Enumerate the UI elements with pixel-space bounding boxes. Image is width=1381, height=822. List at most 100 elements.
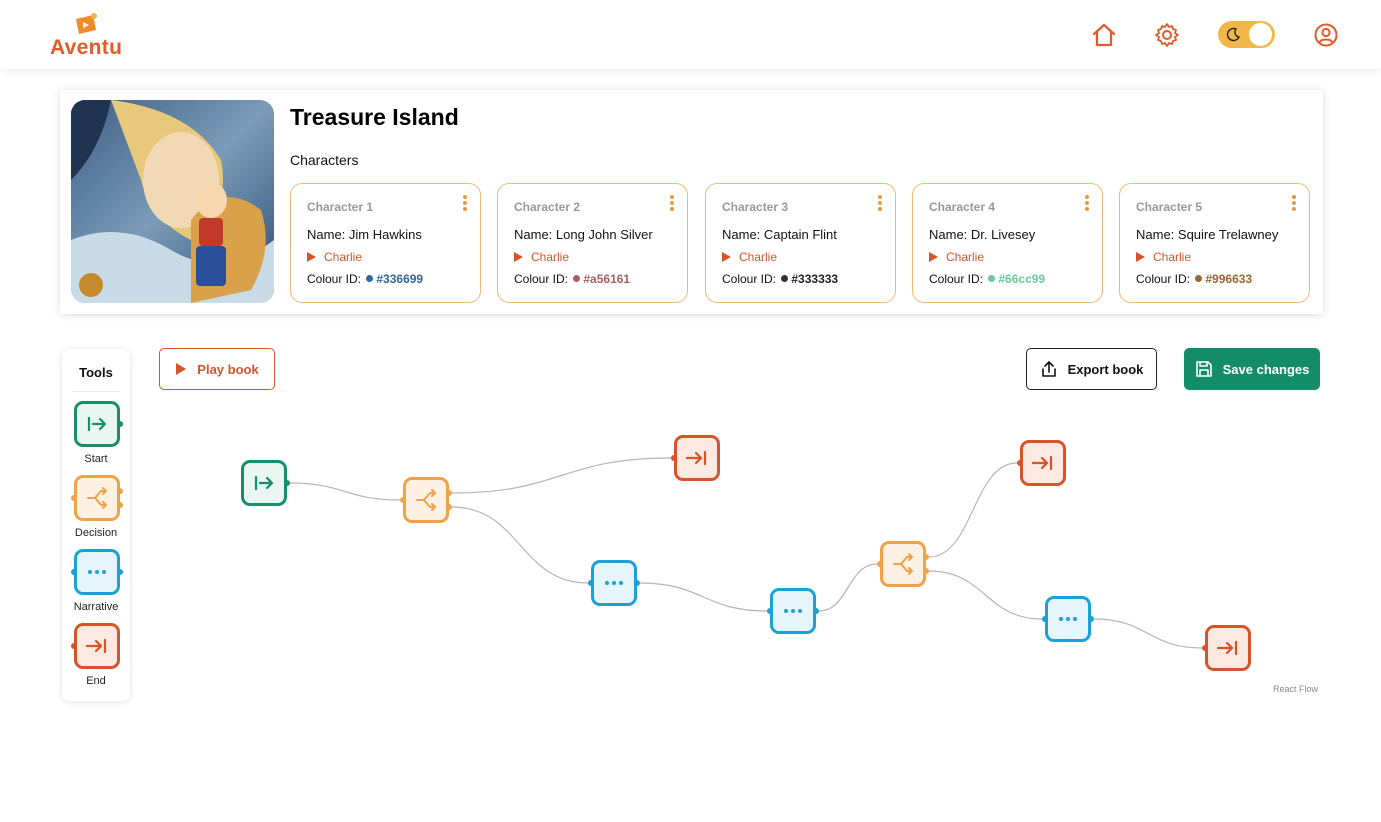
target-handle[interactable] xyxy=(877,561,883,567)
tools-divider xyxy=(72,391,120,392)
decision-node-icon xyxy=(416,489,436,511)
voice-name: Charlie xyxy=(946,250,985,264)
character-name: Name: Jim Hawkins xyxy=(307,227,422,242)
colour-swatch xyxy=(366,275,374,282)
flow-edge[interactable] xyxy=(289,482,401,501)
save-changes-button[interactable]: Save changes xyxy=(1184,348,1320,390)
character-voice-play[interactable]: Charlie xyxy=(929,250,984,264)
colour-id-label: Colour ID: xyxy=(929,272,984,286)
source-handle[interactable] xyxy=(634,580,640,586)
target-handle[interactable] xyxy=(1042,616,1048,622)
character-card[interactable]: Character 2 Name: Long John Silver Charlie… xyxy=(497,183,688,303)
target-handle[interactable] xyxy=(588,580,594,586)
character-card[interactable]: Character 3 Name: Captain Flint Charlie Col… xyxy=(705,183,896,303)
colour-id-label: Colour ID: xyxy=(307,272,362,286)
character-card[interactable]: Character 5 Name: Squire Trelawney Charlie… xyxy=(1119,183,1310,303)
start-node-icon xyxy=(254,475,274,491)
character-card[interactable]: Character 4 Name: Dr. Livesey Charlie Colou… xyxy=(912,183,1103,303)
play-icon xyxy=(514,252,523,262)
source-handle[interactable] xyxy=(446,490,452,496)
end-node[interactable] xyxy=(671,435,720,481)
play-icon xyxy=(307,252,316,262)
tool-decision-label: Decision xyxy=(74,527,118,539)
flow-edge[interactable] xyxy=(928,570,1043,620)
play-icon xyxy=(1136,252,1145,262)
character-card[interactable]: Character 1 Name: Jim Hawkins Charlie Colou… xyxy=(290,183,481,303)
floppy-disk-icon xyxy=(1195,360,1213,378)
narrative-node[interactable] xyxy=(767,588,819,634)
character-colour: Colour ID: #336699 xyxy=(307,272,423,286)
toggle-knob xyxy=(1249,23,1272,46)
end-node-icon xyxy=(1031,455,1053,471)
share-icon xyxy=(1040,360,1058,378)
tools-title: Tools xyxy=(79,365,113,380)
voice-name: Charlie xyxy=(531,250,570,264)
source-handle[interactable] xyxy=(1088,616,1094,622)
narrative-node[interactable] xyxy=(1042,596,1094,642)
character-card-heading: Character 3 xyxy=(722,200,789,214)
colour-hex: #336699 xyxy=(376,272,424,286)
play-icon xyxy=(175,363,187,375)
react-flow-attribution[interactable]: React Flow xyxy=(1273,684,1318,694)
more-options-icon[interactable] xyxy=(1084,194,1090,212)
target-handle[interactable] xyxy=(1202,645,1208,651)
tool-start[interactable]: Start xyxy=(62,401,130,475)
user-circle-icon[interactable] xyxy=(1311,20,1341,50)
flow-edge[interactable] xyxy=(818,563,878,612)
start-node[interactable] xyxy=(241,460,290,506)
tool-decision[interactable]: Decision xyxy=(62,475,130,549)
end-node-icon xyxy=(71,623,120,669)
end-node-icon xyxy=(1216,640,1238,656)
flow-edge[interactable] xyxy=(451,457,672,494)
end-node[interactable] xyxy=(1202,625,1251,671)
target-handle[interactable] xyxy=(400,497,406,503)
character-name: Name: Long John Silver xyxy=(514,227,653,242)
character-name: Name: Dr. Livesey xyxy=(929,227,1036,242)
source-handle[interactable] xyxy=(446,504,452,510)
character-voice-play[interactable]: Charlie xyxy=(307,250,362,264)
colour-id-label: Colour ID: xyxy=(722,272,777,286)
source-handle[interactable] xyxy=(923,554,929,560)
flow-edge[interactable] xyxy=(639,582,768,612)
colour-id-label: Colour ID: xyxy=(1136,272,1191,286)
character-name: Name: Captain Flint xyxy=(722,227,837,242)
source-handle[interactable] xyxy=(284,480,290,486)
more-options-icon[interactable] xyxy=(877,194,883,212)
home-icon[interactable] xyxy=(1089,20,1119,50)
tool-narrative[interactable]: Narrative xyxy=(62,549,130,623)
character-colour: Colour ID: #996633 xyxy=(1136,272,1252,286)
flow-edge[interactable] xyxy=(451,506,589,584)
end-node[interactable] xyxy=(1017,440,1066,486)
theme-toggle[interactable] xyxy=(1218,21,1275,48)
narrative-node-icon xyxy=(784,609,802,613)
character-voice-play[interactable]: Charlie xyxy=(1136,250,1191,264)
flow-edge[interactable] xyxy=(928,462,1018,558)
voice-name: Charlie xyxy=(324,250,363,264)
source-handle[interactable] xyxy=(923,568,929,574)
more-options-icon[interactable] xyxy=(669,194,675,212)
colour-hex: #66cc99 xyxy=(998,272,1046,286)
flow-edge[interactable] xyxy=(1093,618,1203,649)
target-handle[interactable] xyxy=(767,608,773,614)
app-logo[interactable]: Aventu xyxy=(50,10,130,60)
gear-icon[interactable] xyxy=(1152,20,1182,50)
character-voice-play[interactable]: Charlie xyxy=(722,250,777,264)
narrative-node[interactable] xyxy=(588,560,640,606)
play-book-button[interactable]: Play book xyxy=(159,348,275,390)
character-card-heading: Character 4 xyxy=(929,200,996,214)
tool-end[interactable]: End xyxy=(62,623,130,697)
moon-icon xyxy=(1226,27,1241,42)
more-options-icon[interactable] xyxy=(1291,194,1297,212)
decision-node[interactable] xyxy=(400,477,452,523)
target-handle[interactable] xyxy=(1017,460,1023,466)
more-options-icon[interactable] xyxy=(462,194,468,212)
character-voice-play[interactable]: Charlie xyxy=(514,250,569,264)
colour-swatch xyxy=(781,275,789,282)
export-book-button[interactable]: Export book xyxy=(1026,348,1157,390)
character-colour: Colour ID: #a56161 xyxy=(514,272,630,286)
tool-start-label: Start xyxy=(84,453,108,465)
target-handle[interactable] xyxy=(671,455,677,461)
source-handle[interactable] xyxy=(813,608,819,614)
character-card-heading: Character 1 xyxy=(307,200,374,214)
decision-node[interactable] xyxy=(877,541,929,587)
